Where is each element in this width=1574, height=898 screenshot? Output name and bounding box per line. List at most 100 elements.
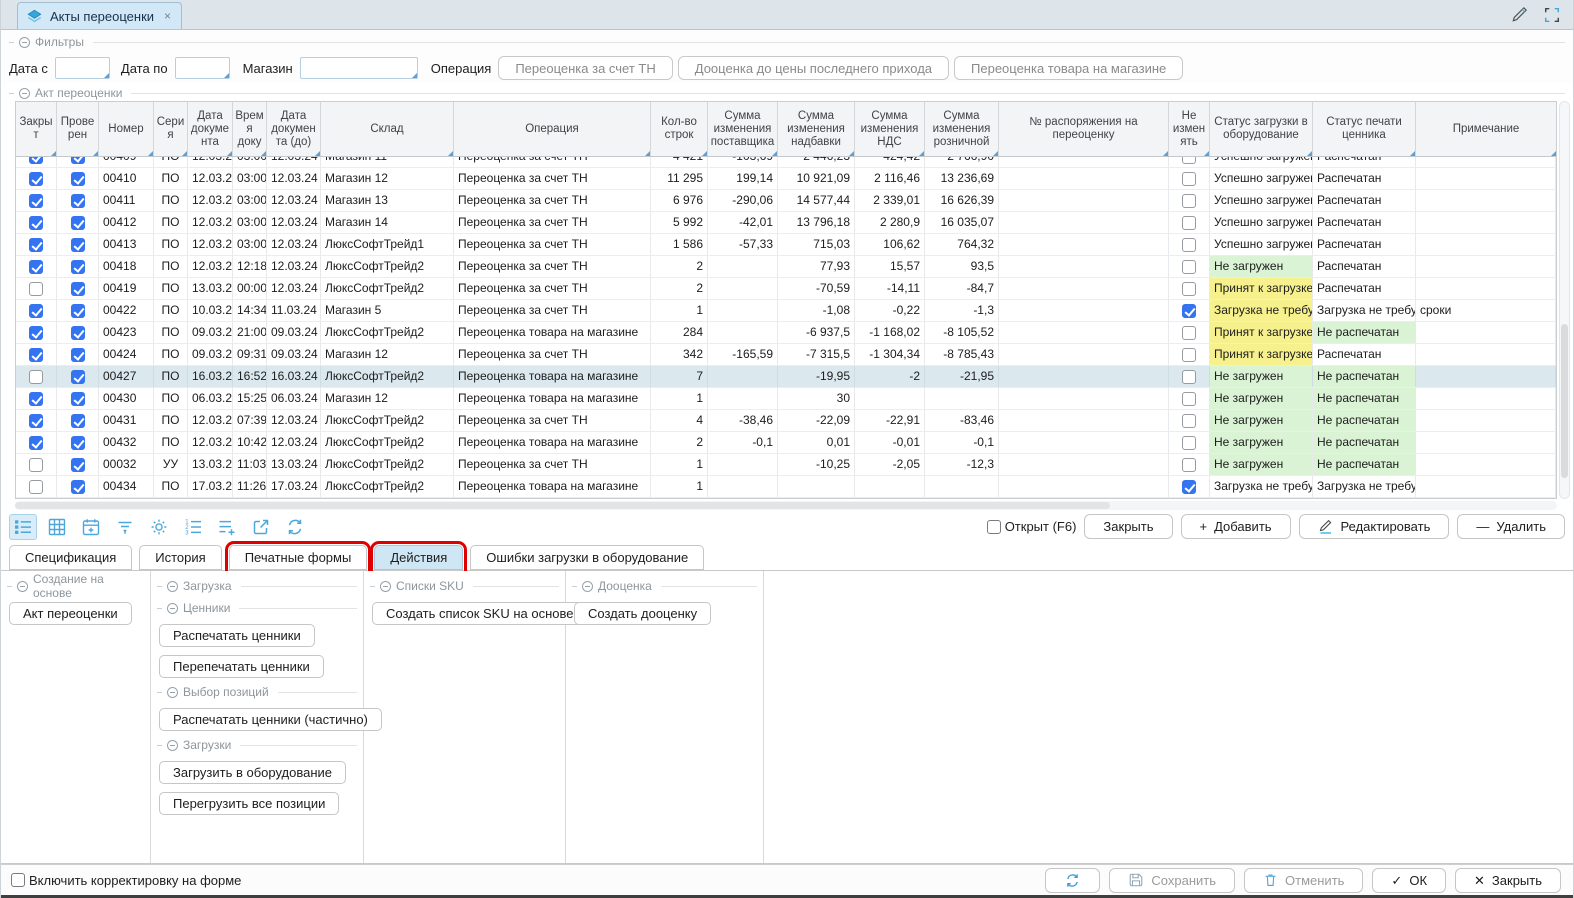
table-row[interactable]: 00427ПО16.03.2416:5216.03.24ЛюксСофтТрей… — [16, 366, 1556, 388]
collapse-icon[interactable] — [167, 740, 178, 751]
add-button[interactable]: +Добавить — [1181, 514, 1291, 539]
column-header-operation[interactable]: Операция — [454, 102, 651, 156]
column-header-order_no[interactable]: № распоряжения на переоценку — [999, 102, 1169, 156]
table-row[interactable]: 00411ПО12.03.2403:0012.03.24Магазин 13Пе… — [16, 190, 1556, 212]
ok-button[interactable]: ✓ОК — [1372, 868, 1446, 893]
no_change-checkbox[interactable] — [1182, 436, 1196, 450]
load-to-equipment-button[interactable]: Загрузить в оборудование — [159, 761, 346, 784]
column-header-closed[interactable]: Закрыт — [16, 102, 57, 156]
closed-checkbox[interactable] — [29, 282, 43, 296]
add-to-list-icon[interactable] — [213, 514, 241, 540]
no_change-checkbox[interactable] — [1182, 414, 1196, 428]
column-header-doc_date[interactable]: Дата документа — [188, 102, 233, 156]
column-header-doc_time[interactable]: Время доку — [233, 102, 267, 156]
column-header-sum_vat[interactable]: Сумма изменения НДС — [855, 102, 925, 156]
create-surcharge-button[interactable]: Создать дооценку — [574, 602, 711, 625]
tab-specification[interactable]: Спецификация — [9, 545, 132, 570]
collapse-icon[interactable] — [582, 581, 593, 592]
closed-checkbox[interactable] — [29, 392, 43, 406]
column-header-no_change[interactable]: Не изменять — [1169, 102, 1210, 156]
operation-filter-button-store[interactable]: Переоценка товара на магазине — [954, 56, 1183, 80]
no_change-checkbox[interactable] — [1182, 238, 1196, 252]
column-header-sum_markup[interactable]: Сумма изменения надбавки — [778, 102, 855, 156]
verified-checkbox[interactable] — [71, 172, 85, 186]
verified-checkbox[interactable] — [71, 304, 85, 318]
filter-icon[interactable] — [111, 514, 139, 540]
no_change-checkbox[interactable] — [1182, 370, 1196, 384]
verified-checkbox[interactable] — [71, 414, 85, 428]
closed-checkbox[interactable] — [29, 458, 43, 472]
reload-all-positions-button[interactable]: Перегрузить все позиции — [159, 792, 339, 815]
table-row[interactable]: 00423ПО09.03.2421:0009.03.24ЛюксСофтТрей… — [16, 322, 1556, 344]
column-header-doc_date_to[interactable]: Дата документа (до) — [267, 102, 321, 156]
verified-checkbox[interactable] — [71, 326, 85, 340]
verified-checkbox[interactable] — [71, 216, 85, 230]
date-from-input[interactable] — [56, 58, 109, 78]
column-header-verified[interactable]: Проверен — [57, 102, 99, 156]
column-header-sum_supplier[interactable]: Сумма изменения поставщика — [708, 102, 778, 156]
act-revaluation-button[interactable]: Акт переоценки — [9, 602, 132, 625]
no_change-checkbox[interactable] — [1182, 260, 1196, 274]
no_change-checkbox[interactable] — [1182, 480, 1196, 494]
closed-checkbox[interactable] — [29, 194, 43, 208]
table-row[interactable]: 00410ПО12.03.2403:0012.03.24Магазин 12Пе… — [16, 168, 1556, 190]
closed-checkbox[interactable] — [29, 172, 43, 186]
no_change-checkbox[interactable] — [1182, 458, 1196, 472]
store-input[interactable] — [301, 58, 417, 78]
calendar-view-icon[interactable] — [77, 514, 105, 540]
table-row[interactable]: 00032УУ13.03.2411:0313.03.24ЛюксСофтТрей… — [16, 454, 1556, 476]
verified-checkbox[interactable] — [71, 238, 85, 252]
document-tab[interactable]: Акты переоценки × — [17, 2, 182, 29]
column-header-note[interactable]: Примечание — [1416, 102, 1556, 156]
delete-button[interactable]: —Удалить — [1457, 514, 1565, 539]
tab-close-icon[interactable]: × — [164, 9, 171, 23]
edit-button[interactable]: Редактировать — [1299, 514, 1450, 539]
no_change-checkbox[interactable] — [1182, 282, 1196, 296]
operation-filter-button-tn[interactable]: Переоценка за счет ТН — [498, 56, 672, 80]
column-header-load_status[interactable]: Статус загрузки в оборудование — [1210, 102, 1313, 156]
horizontal-scrollbar[interactable] — [15, 501, 1557, 510]
column-header-number[interactable]: Номер — [99, 102, 154, 156]
table-row[interactable]: 00409ПО12.03.2403:0012.03.24Магазин 11Пе… — [16, 157, 1556, 168]
column-header-print_status[interactable]: Статус печати ценника — [1313, 102, 1416, 156]
vertical-scrollbar[interactable] — [1559, 101, 1570, 499]
edit-pencil-icon[interactable] — [1510, 5, 1529, 24]
tab-load-errors[interactable]: Ошибки загрузки в оборудование — [470, 545, 704, 570]
refresh-button[interactable] — [1045, 868, 1100, 893]
closed-checkbox[interactable] — [29, 436, 43, 450]
column-header-warehouse[interactable]: Склад — [321, 102, 454, 156]
open-f6-checkbox[interactable]: Открыт (F6) — [987, 519, 1077, 534]
print-price-tags-button[interactable]: Распечатать ценники — [159, 624, 315, 647]
closed-checkbox[interactable] — [29, 326, 43, 340]
closed-checkbox[interactable] — [29, 216, 43, 230]
table-row[interactable]: 00424ПО09.03.2409:3109.03.24Магазин 12Пе… — [16, 344, 1556, 366]
grid-view-icon[interactable] — [43, 514, 71, 540]
closed-checkbox[interactable] — [29, 157, 43, 164]
column-header-sum_retail[interactable]: Сумма изменения розничной — [925, 102, 999, 156]
collapse-icon[interactable] — [17, 581, 28, 592]
table-row[interactable]: 00418ПО12.03.2412:1812.03.24ЛюксСофтТрей… — [16, 256, 1556, 278]
enable-form-adjustment-checkbox[interactable]: Включить корректировку на форме — [11, 873, 241, 888]
settings-gear-icon[interactable] — [145, 514, 173, 540]
checkbox-box[interactable] — [11, 873, 25, 887]
date-to-input[interactable] — [176, 58, 229, 78]
operation-filter-button-last-price[interactable]: Дооценка до цены последнего прихода — [678, 56, 949, 80]
verified-checkbox[interactable] — [71, 392, 85, 406]
verified-checkbox[interactable] — [71, 480, 85, 494]
verified-checkbox[interactable] — [71, 260, 85, 274]
closed-checkbox[interactable] — [29, 370, 43, 384]
closed-checkbox[interactable] — [29, 348, 43, 362]
table-row[interactable]: 00412ПО12.03.2403:0012.03.24Магазин 14Пе… — [16, 212, 1556, 234]
no_change-checkbox[interactable] — [1182, 172, 1196, 186]
table-row[interactable]: 00432ПО12.03.2410:4212.03.24ЛюксСофтТрей… — [16, 432, 1556, 454]
verified-checkbox[interactable] — [71, 370, 85, 384]
checkbox-box[interactable] — [987, 520, 1001, 534]
create-sku-list-button[interactable]: Создать список SKU на основе — [372, 602, 587, 625]
print-price-tags-partial-button[interactable]: Распечатать ценники (частично) — [159, 708, 382, 731]
closed-checkbox[interactable] — [29, 238, 43, 252]
collapse-icon[interactable] — [380, 581, 391, 592]
list-view-icon[interactable] — [9, 514, 37, 540]
verified-checkbox[interactable] — [71, 282, 85, 296]
verified-checkbox[interactable] — [71, 194, 85, 208]
collapse-icon[interactable] — [19, 88, 30, 99]
